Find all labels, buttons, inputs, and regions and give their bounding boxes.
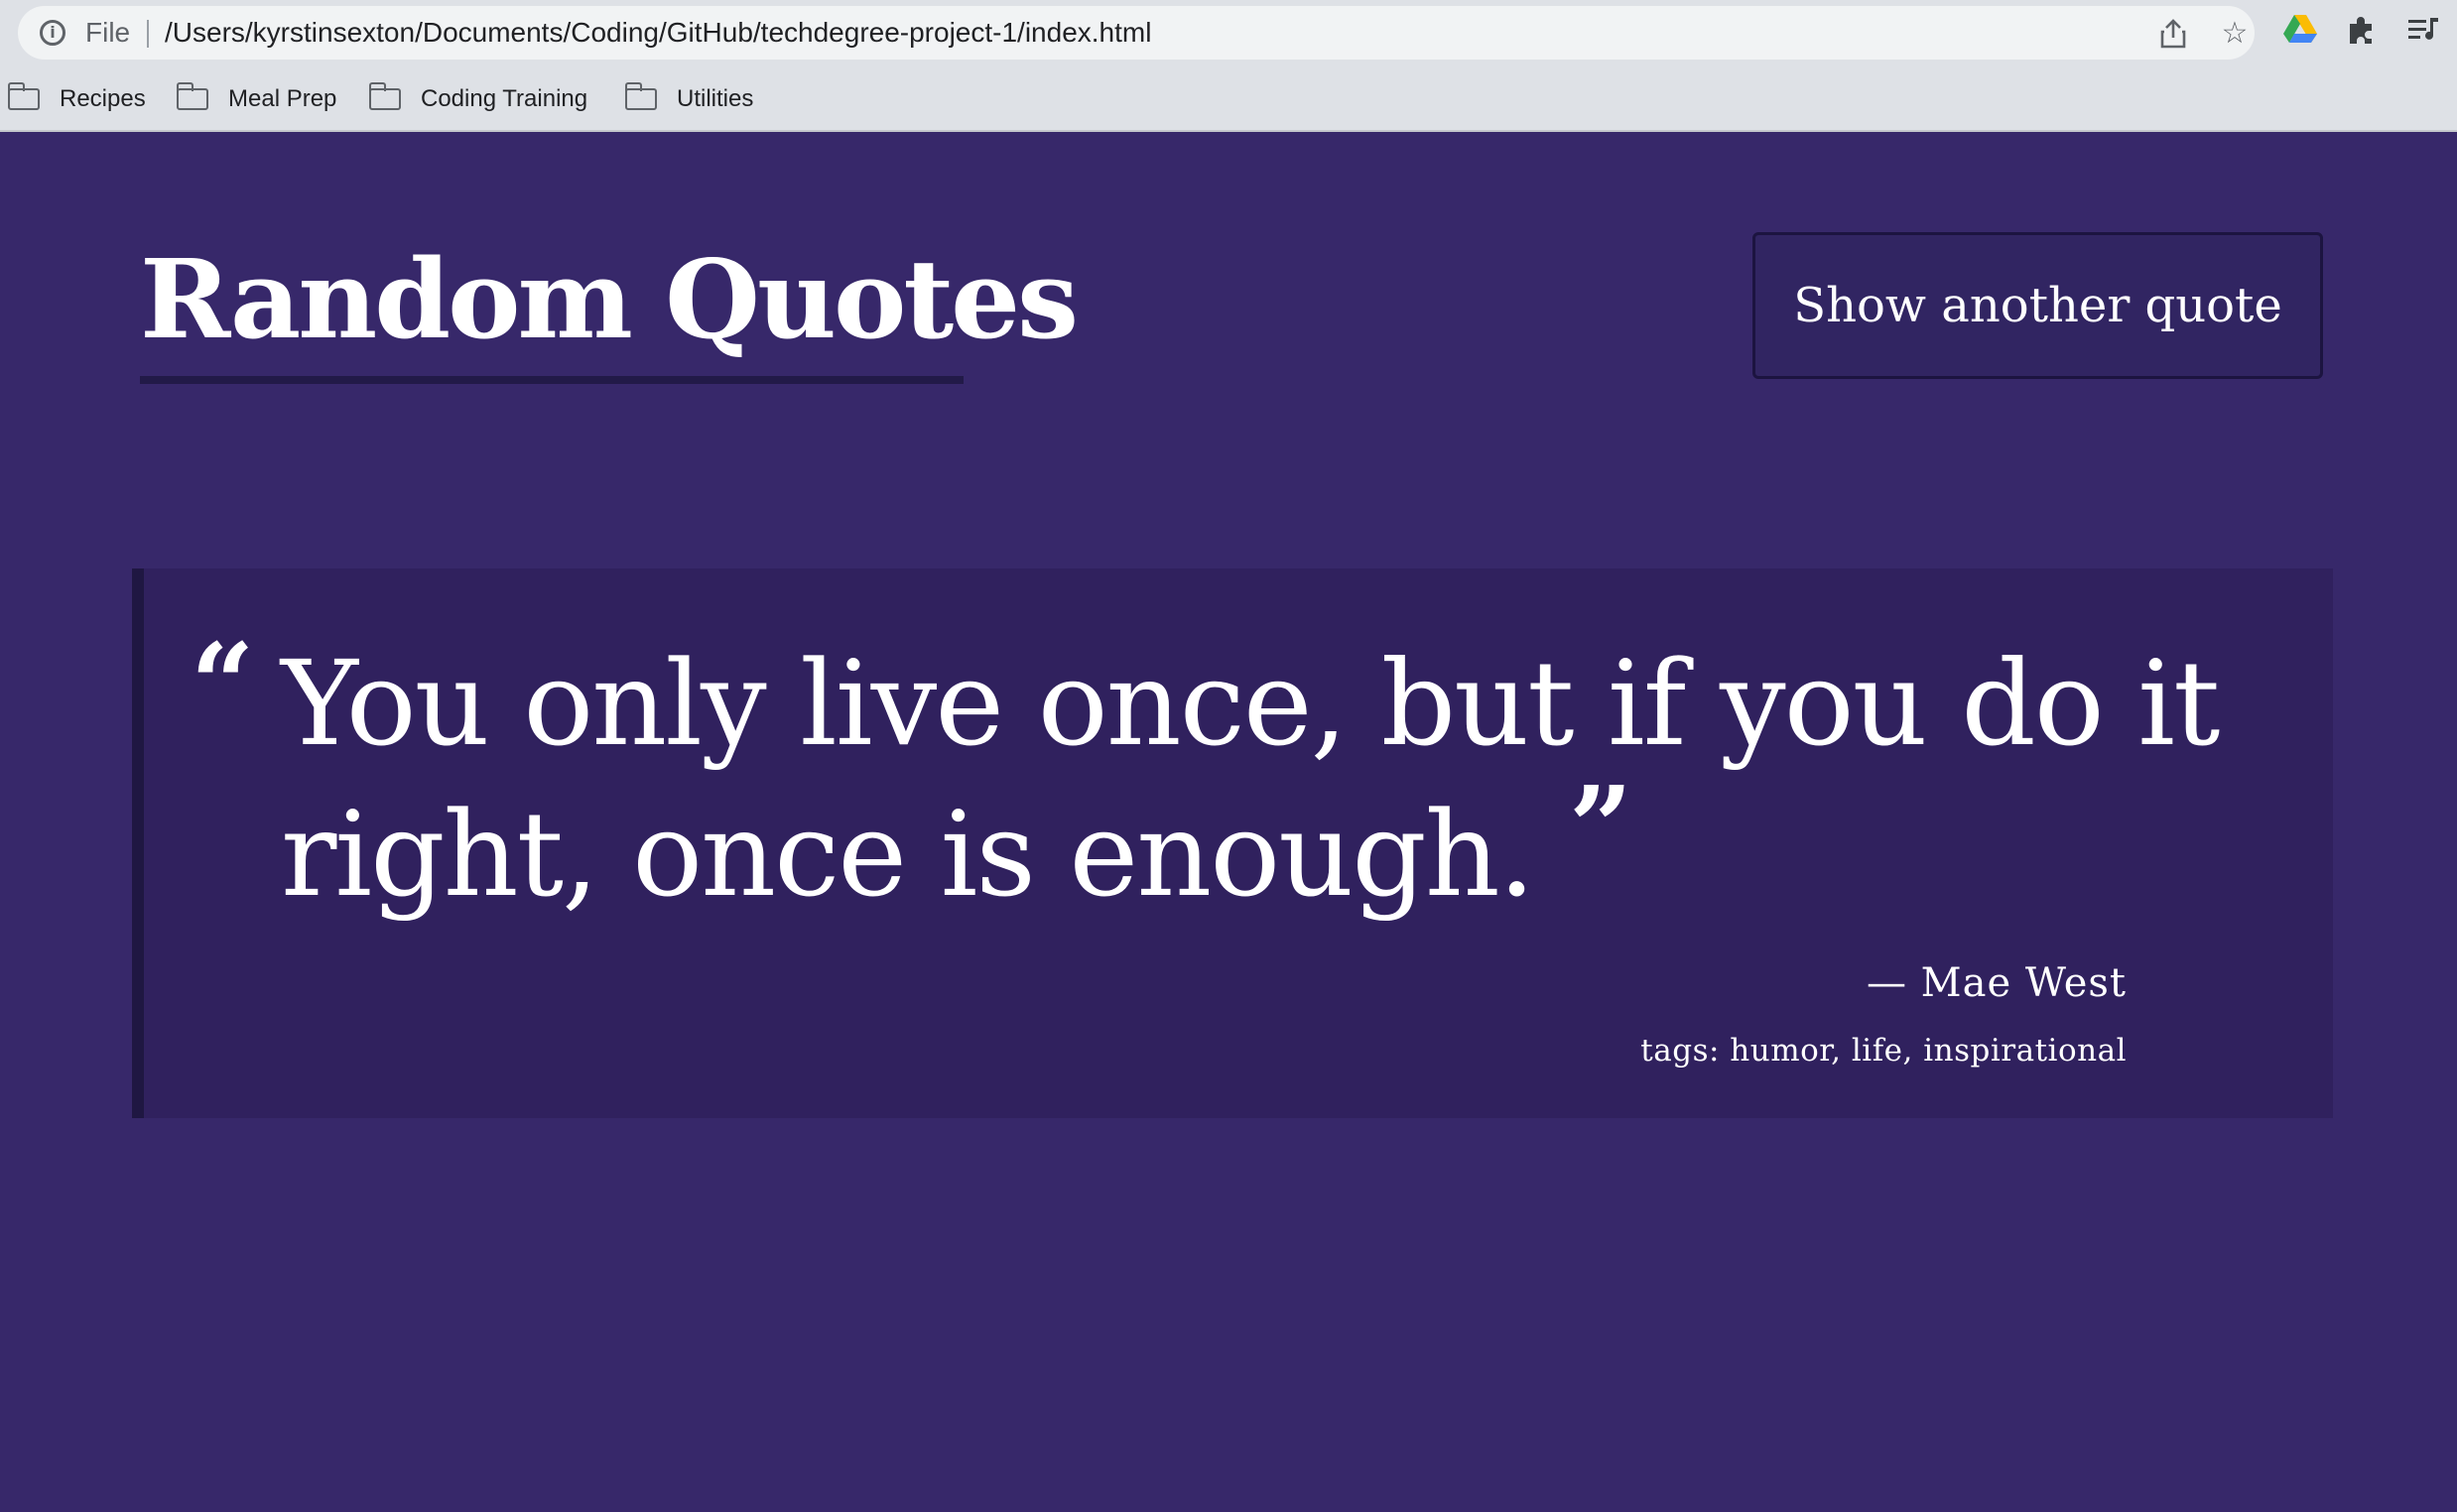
- open-quote-mark: “: [191, 620, 255, 750]
- address-bar[interactable]: i File /Users/kyrstinsexton/Documents/Co…: [18, 6, 2255, 60]
- quote-text: You only live once, but if you do it rig…: [281, 628, 2265, 930]
- scheme-label: File: [85, 17, 131, 48]
- page-title: Random Quotes: [140, 235, 1079, 363]
- extensions-icon[interactable]: [2344, 14, 2380, 50]
- folder-icon: [7, 82, 40, 110]
- bookmark-label: Coding Training: [421, 85, 588, 112]
- google-drive-icon[interactable]: [2282, 14, 2318, 50]
- address-separator: [147, 20, 149, 48]
- folder-icon: [368, 82, 401, 110]
- bookmark-label: Utilities: [677, 85, 754, 112]
- google-drive-icon-graphic: [2283, 15, 2317, 43]
- url-text[interactable]: /Users/kyrstinsexton/Documents/Coding/Gi…: [165, 6, 1151, 60]
- reading-list-icon-graphic: [2408, 18, 2438, 40]
- quote-source: — Mae West: [1866, 960, 2127, 1006]
- close-quote-mark: ”: [1568, 763, 1633, 893]
- quote-body: You only live once, but if you do it rig…: [281, 635, 2220, 923]
- bookmark-label: Recipes: [60, 85, 146, 112]
- quote-box: “ You only live once, but if you do it r…: [132, 568, 2333, 1118]
- bookmark-utilities[interactable]: Utilities: [624, 77, 754, 121]
- bookmark-coding-training[interactable]: Coding Training: [368, 77, 588, 121]
- bookmark-recipes[interactable]: Recipes: [7, 77, 146, 121]
- share-icon[interactable]: [2157, 18, 2189, 50]
- show-another-quote-button[interactable]: Show another quote: [1752, 232, 2323, 379]
- bookmark-meal-prep[interactable]: Meal Prep: [176, 77, 337, 121]
- info-icon[interactable]: i: [40, 20, 65, 46]
- share-icon-graphic: [2160, 19, 2186, 49]
- browser-chrome: i File /Users/kyrstinsexton/Documents/Co…: [0, 0, 2457, 132]
- extensions-icon-graphic: [2350, 17, 2372, 44]
- bookmarks-bar: Recipes Meal Prep Coding Training Utilit…: [0, 77, 2457, 121]
- folder-icon: [176, 82, 208, 110]
- quote-tags: tags: humor, life, inspirational: [1640, 1033, 2127, 1069]
- folder-icon: [624, 82, 657, 110]
- title-underline: [140, 376, 964, 384]
- star-icon[interactable]: ☆: [2219, 18, 2251, 50]
- bookmark-label: Meal Prep: [228, 85, 337, 112]
- reading-list-icon[interactable]: [2405, 14, 2441, 50]
